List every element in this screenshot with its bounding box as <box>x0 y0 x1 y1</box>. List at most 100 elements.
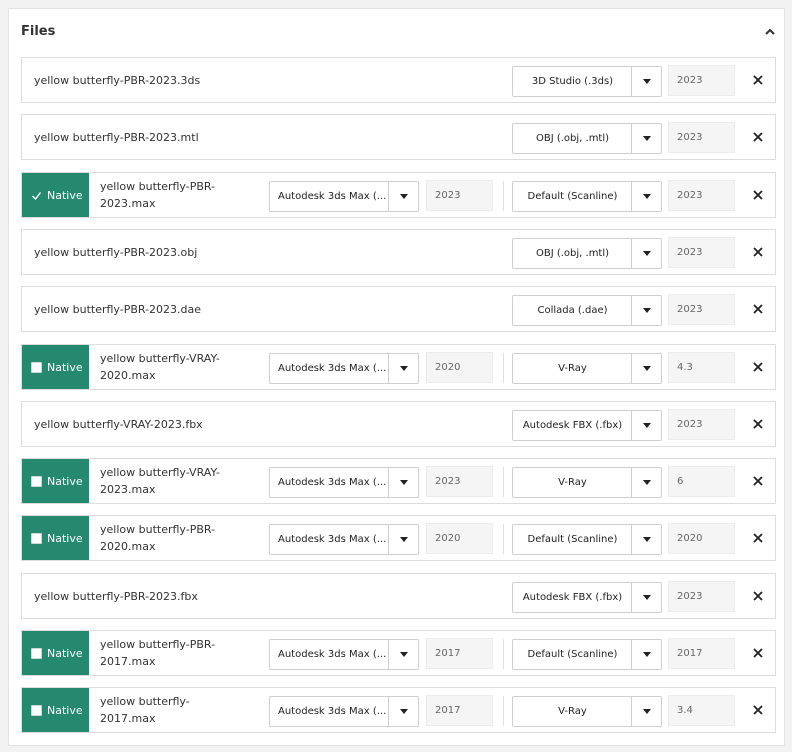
caret-down-icon[interactable] <box>388 640 418 669</box>
native-checkbox[interactable] <box>31 532 42 544</box>
native-toggle[interactable]: Native <box>22 345 89 389</box>
renderer-version-field[interactable]: 2017 <box>668 638 735 669</box>
application-select[interactable]: Autodesk 3ds Max (... <box>269 639 419 670</box>
file-name: yellow butterfly-PBR-2023.fbx <box>34 589 198 603</box>
renderer-version-field[interactable]: 2023 <box>668 180 735 211</box>
file-name: yellow butterfly-PBR-2023.max <box>100 180 216 210</box>
close-icon[interactable] <box>752 303 764 315</box>
native-label: Native <box>47 646 83 660</box>
application-version-field[interactable]: 2017 <box>426 638 493 669</box>
renderer-select[interactable]: Default (Scanline) <box>512 524 662 555</box>
application-select[interactable]: Autodesk 3ds Max (... <box>269 524 419 555</box>
close-icon[interactable] <box>752 418 764 430</box>
renderer-version-field[interactable]: 6 <box>668 466 735 497</box>
application-version-field[interactable]: 2023 <box>426 466 493 497</box>
format-version-field[interactable]: 2023 <box>668 122 735 153</box>
file-row: yellow butterfly-PBR-2023.mtl OBJ (.obj, … <box>21 114 776 160</box>
file-row: yellow butterfly-PBR-2023.3ds 3D Studio (… <box>21 57 776 103</box>
format-version-field[interactable]: 2023 <box>668 237 735 268</box>
caret-down-icon[interactable] <box>631 697 661 726</box>
divider <box>503 696 504 726</box>
renderer-select[interactable]: Default (Scanline) <box>512 639 662 670</box>
caret-down-icon[interactable] <box>388 525 418 554</box>
close-icon[interactable] <box>752 647 764 659</box>
caret-down-icon[interactable] <box>631 296 661 325</box>
caret-down-icon[interactable] <box>631 124 661 153</box>
native-toggle[interactable]: Native <box>22 688 89 732</box>
caret-down-icon[interactable] <box>631 411 661 440</box>
format-value: OBJ (.obj, .mtl) <box>535 133 610 144</box>
file-row: Native yellow butterfly-PBR-2017.max Autod… <box>21 630 776 676</box>
renderer-version-field[interactable]: 3.4 <box>668 695 735 726</box>
application-select[interactable]: Autodesk 3ds Max (... <box>269 696 419 727</box>
close-icon[interactable] <box>752 475 764 487</box>
close-icon[interactable] <box>752 189 764 201</box>
format-version-field[interactable]: 2023 <box>668 65 735 96</box>
file-row: Native yellow butterfly-VRAY-2020.max Auto… <box>21 344 776 390</box>
native-checkbox[interactable] <box>31 704 42 716</box>
application-select[interactable]: Autodesk 3ds Max (... <box>269 353 419 384</box>
format-version-field[interactable]: 2023 <box>668 294 735 325</box>
caret-down-icon[interactable] <box>631 583 661 612</box>
renderer-select[interactable]: V-Ray <box>512 353 662 384</box>
renderer-value: V-Ray <box>558 477 587 488</box>
application-version-field[interactable]: 2017 <box>426 695 493 726</box>
format-select[interactable]: Autodesk FBX (.fbx) <box>512 582 662 613</box>
renderer-select[interactable]: V-Ray <box>512 696 662 727</box>
format-version-field[interactable]: 2023 <box>668 409 735 440</box>
caret-down-icon[interactable] <box>631 640 661 669</box>
native-label: Native <box>47 474 83 488</box>
renderer-value: Default (Scanline) <box>527 191 618 202</box>
application-select[interactable]: Autodesk 3ds Max (... <box>269 181 419 212</box>
native-toggle[interactable]: Native <box>22 459 89 503</box>
caret-down-icon[interactable] <box>631 239 661 268</box>
format-select[interactable]: OBJ (.obj, .mtl) <box>512 123 662 154</box>
close-icon[interactable] <box>752 74 764 86</box>
renderer-version-field[interactable]: 2020 <box>668 523 735 554</box>
format-select[interactable]: Collada (.dae) <box>512 295 662 326</box>
caret-down-icon[interactable] <box>631 354 661 383</box>
files-panel-header[interactable]: Files <box>9 9 784 55</box>
caret-down-icon[interactable] <box>631 468 661 497</box>
close-icon[interactable] <box>752 131 764 143</box>
native-label: Native <box>47 703 83 717</box>
file-name: yellow butterfly-PBR-2020.max <box>100 523 216 553</box>
renderer-select[interactable]: V-Ray <box>512 467 662 498</box>
caret-down-icon[interactable] <box>388 697 418 726</box>
close-icon[interactable] <box>752 704 764 716</box>
caret-down-icon[interactable] <box>388 468 418 497</box>
format-select[interactable]: OBJ (.obj, .mtl) <box>512 238 662 269</box>
renderer-value: Default (Scanline) <box>527 534 618 545</box>
caret-down-icon[interactable] <box>631 525 661 554</box>
application-version-field[interactable]: 2020 <box>426 523 493 554</box>
caret-down-icon[interactable] <box>631 182 661 211</box>
file-name: yellow butterfly-VRAY-2020.max <box>100 352 220 382</box>
format-select[interactable]: Autodesk FBX (.fbx) <box>512 410 662 441</box>
caret-down-icon[interactable] <box>388 182 418 211</box>
close-icon[interactable] <box>752 532 764 544</box>
format-value: OBJ (.obj, .mtl) <box>535 248 610 259</box>
chevron-up-icon[interactable] <box>764 27 776 37</box>
application-version-field[interactable]: 2020 <box>426 352 493 383</box>
close-icon[interactable] <box>752 361 764 373</box>
file-name: yellow butterfly-PBR-2023.3ds <box>34 73 201 87</box>
file-row: Native yellow butterfly-PBR-2020.max Autod… <box>21 515 776 561</box>
native-toggle[interactable]: Native <box>22 173 89 217</box>
format-version-field[interactable]: 2023 <box>668 581 735 612</box>
native-toggle[interactable]: Native <box>22 631 89 675</box>
close-icon[interactable] <box>752 246 764 258</box>
application-version-field[interactable]: 2023 <box>426 180 493 211</box>
native-toggle[interactable]: Native <box>22 516 89 560</box>
native-checkbox[interactable] <box>31 361 42 373</box>
renderer-version-field[interactable]: 4.3 <box>668 352 735 383</box>
renderer-select[interactable]: Default (Scanline) <box>512 181 662 212</box>
caret-down-icon[interactable] <box>388 354 418 383</box>
native-checkbox[interactable] <box>31 647 42 659</box>
format-select[interactable]: 3D Studio (.3ds) <box>512 66 662 97</box>
native-checkbox[interactable] <box>31 475 42 487</box>
application-select[interactable]: Autodesk 3ds Max (... <box>269 467 419 498</box>
file-name: yellow butterfly-VRAY-2023.fbx <box>34 417 203 431</box>
close-icon[interactable] <box>752 590 764 602</box>
format-value: Collada (.dae) <box>537 305 608 316</box>
caret-down-icon[interactable] <box>631 67 661 96</box>
